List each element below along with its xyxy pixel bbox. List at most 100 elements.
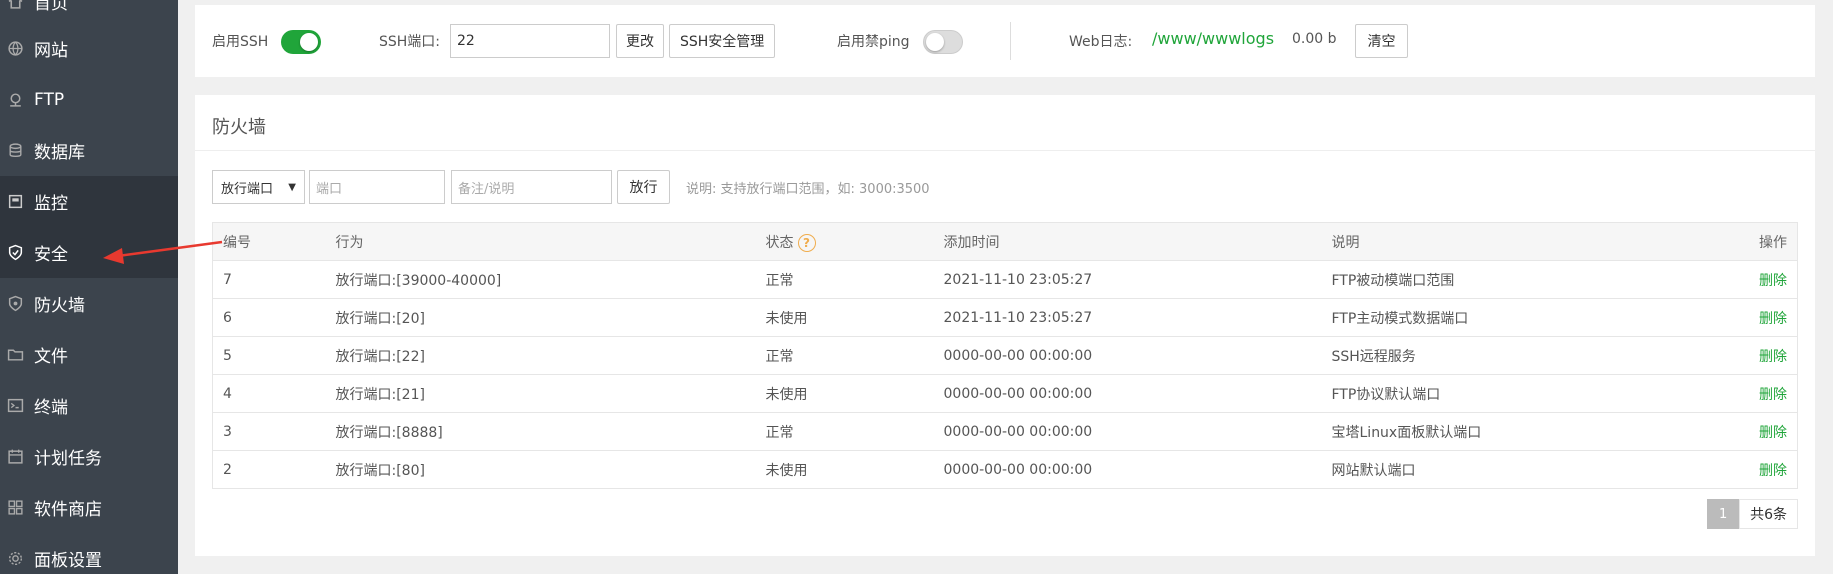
sidebar-item-appstore[interactable]: 软件商店: [0, 482, 178, 533]
cell-note: FTP主动模式数据端口: [1321, 298, 1718, 337]
cell-time: 0000-00-00 00:00:00: [933, 336, 1322, 375]
cell-time: 2021-11-10 23:05:27: [933, 298, 1322, 337]
cell-status: 未使用: [755, 298, 934, 337]
table-row: 6 放行端口:[20] 未使用 2021-11-10 23:05:27 FTP主…: [212, 298, 1798, 337]
sidebar-item-settings[interactable]: 面板设置: [0, 533, 178, 574]
page-total: 共6条: [1739, 499, 1798, 529]
ssh-enable-label: 启用SSH: [212, 34, 269, 50]
cell-action: 放行端口:[22]: [325, 336, 756, 375]
cell-note: SSH远程服务: [1321, 336, 1718, 375]
divider: [1010, 22, 1011, 60]
sidebar-item-label: FTP: [34, 89, 65, 110]
cell-note: FTP协议默认端口: [1321, 374, 1718, 413]
divider: [195, 150, 1815, 151]
column-header: 状态: [765, 234, 794, 251]
grid-icon: [4, 497, 26, 519]
cell-id: 5: [212, 336, 326, 375]
port-input[interactable]: 端口: [309, 170, 445, 204]
caret-down-icon: ▼: [288, 181, 296, 193]
ssh-manage-button[interactable]: SSH安全管理: [669, 24, 776, 58]
sidebar-item-label: 软件商店: [34, 500, 102, 520]
firewall-table: 编号 行为 状态? 添加时间 说明 操作 7 放行端口:[39000-40000…: [212, 222, 1798, 489]
sidebar-item-label: 计划任务: [34, 449, 102, 469]
cell-status: 未使用: [755, 374, 934, 413]
cell-note: 宝塔Linux面板默认端口: [1321, 412, 1718, 451]
delete-link[interactable]: 删除: [1759, 425, 1787, 441]
sidebar-item-database[interactable]: 数据库: [0, 125, 178, 176]
help-icon[interactable]: ?: [797, 233, 816, 252]
terminal-icon: [4, 395, 26, 417]
weblog-path-link[interactable]: /www/wwwlogs: [1152, 29, 1274, 48]
table-header-row: 编号 行为 状态? 添加时间 说明 操作: [212, 222, 1798, 261]
shield-check-icon: [4, 242, 26, 264]
cell-time: 2021-11-10 23:05:27: [933, 260, 1322, 299]
cell-action: 放行端口:[80]: [325, 450, 756, 489]
change-port-button[interactable]: 更改: [616, 24, 664, 58]
action-select-value: 放行端口: [221, 181, 274, 197]
ssh-settings-card: 启用SSH SSH端口: 22 更改 SSH安全管理 启用禁ping Web日志…: [195, 5, 1815, 77]
ssh-port-input[interactable]: 22: [450, 24, 610, 58]
sidebar-item-label: 网站: [34, 41, 68, 61]
cell-note: FTP被动模端口范围: [1321, 260, 1718, 299]
sidebar-item-monitor[interactable]: 监控: [0, 176, 178, 227]
cell-id: 4: [212, 374, 326, 413]
sidebar-item-website[interactable]: 网站: [0, 23, 178, 74]
globe-icon: [4, 38, 26, 60]
cell-id: 2: [212, 450, 326, 489]
section-title: 防火墙: [212, 117, 266, 138]
folder-icon: [4, 344, 26, 366]
table-row: 4 放行端口:[21] 未使用 0000-00-00 00:00:00 FTP协…: [212, 374, 1798, 413]
cell-id: 7: [212, 260, 326, 299]
sidebar-item-label: 终端: [34, 398, 68, 418]
action-select[interactable]: 放行端口 ▼: [212, 170, 305, 204]
column-header[interactable]: 添加时间: [933, 222, 1322, 261]
cell-status: 正常: [755, 336, 934, 375]
cell-time: 0000-00-00 00:00:00: [933, 412, 1322, 451]
sidebar-item-firewall[interactable]: 防火墙: [0, 278, 178, 329]
firewall-card: 防火墙 放行端口 ▼ 端口 备注/说明 放行 说明: 支持放行端口范围，如: 3…: [195, 95, 1815, 556]
sidebar-item-label: 防火墙: [34, 296, 85, 316]
firewall-icon: [4, 293, 26, 315]
table-row: 3 放行端口:[8888] 正常 0000-00-00 00:00:00 宝塔L…: [212, 412, 1798, 451]
table-row: 5 放行端口:[22] 正常 0000-00-00 00:00:00 SSH远程…: [212, 336, 1798, 375]
sidebar-item-ftp[interactable]: FTP: [0, 74, 178, 125]
gear-icon: [4, 548, 26, 570]
sidebar-item-files[interactable]: 文件: [0, 329, 178, 380]
sidebar-item-label: 安全: [34, 245, 68, 265]
delete-link[interactable]: 删除: [1759, 463, 1787, 479]
cell-action: 放行端口:[8888]: [325, 412, 756, 451]
delete-link[interactable]: 删除: [1759, 387, 1787, 403]
column-header: 操作: [1717, 222, 1798, 261]
cell-status: 正常: [755, 412, 934, 451]
column-header[interactable]: 编号: [212, 222, 326, 261]
sidebar-item-terminal[interactable]: 终端: [0, 380, 178, 431]
cell-note: 网站默认端口: [1321, 450, 1718, 489]
cell-time: 0000-00-00 00:00:00: [933, 374, 1322, 413]
sidebar: 首页 网站 FTP 数据库 监控 安全 防火墙 文件 终端 计划任务 软件商店 …: [0, 0, 178, 574]
delete-link[interactable]: 删除: [1759, 349, 1787, 365]
column-header[interactable]: 行为: [325, 222, 756, 261]
column-header[interactable]: 说明: [1321, 222, 1718, 261]
sidebar-item-label: 文件: [34, 347, 68, 367]
sidebar-item-label: 监控: [34, 194, 68, 214]
ssh-toggle[interactable]: [281, 30, 321, 54]
delete-link[interactable]: 删除: [1759, 273, 1787, 289]
note-input[interactable]: 备注/说明: [451, 170, 612, 204]
cell-id: 3: [212, 412, 326, 451]
database-icon: [4, 140, 26, 162]
page-current[interactable]: 1: [1707, 499, 1740, 529]
pagination: 1 共6条: [1707, 499, 1798, 529]
hint-text: 说明: 支持放行端口范围，如: 3000:3500: [686, 182, 930, 197]
ping-toggle[interactable]: [923, 30, 963, 54]
delete-link[interactable]: 删除: [1759, 311, 1787, 327]
column-header-status[interactable]: 状态?: [755, 222, 934, 261]
cell-action: 放行端口:[20]: [325, 298, 756, 337]
ping-label: 启用禁ping: [837, 34, 910, 50]
sidebar-item-security[interactable]: 安全: [0, 227, 178, 278]
cell-action: 放行端口:[21]: [325, 374, 756, 413]
sidebar-item-cron[interactable]: 计划任务: [0, 431, 178, 482]
allow-button[interactable]: 放行: [617, 170, 670, 204]
calendar-icon: [4, 446, 26, 468]
clear-logs-button[interactable]: 清空: [1355, 24, 1408, 58]
table-row: 7 放行端口:[39000-40000] 正常 2021-11-10 23:05…: [212, 260, 1798, 299]
